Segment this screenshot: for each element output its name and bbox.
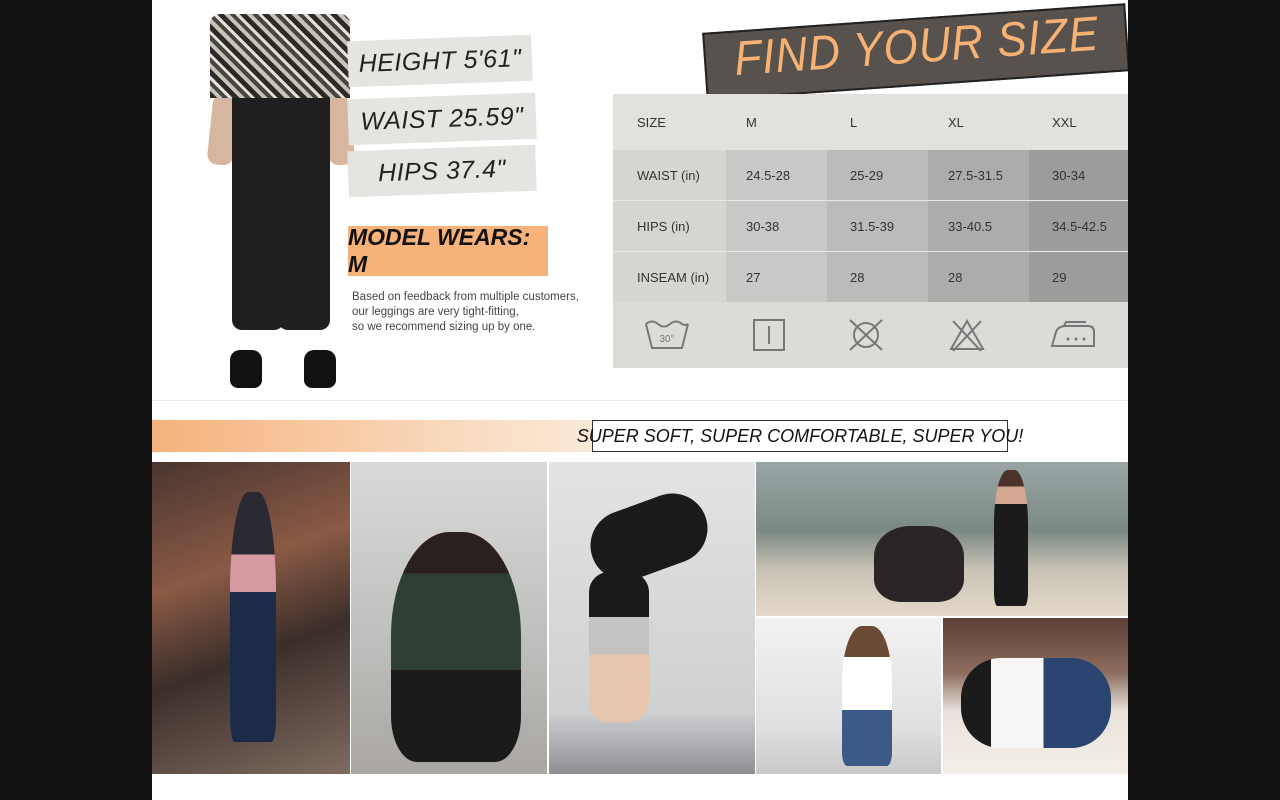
table-cell: 29 (1029, 252, 1128, 302)
row-label-inseam: INSEAM (in) (613, 252, 726, 302)
table-cell: 31.5-39 (827, 201, 928, 251)
size-header-row: SIZE M L XL XXL (613, 94, 1128, 150)
sizing-note-line: so we recommend sizing up by one. (352, 321, 536, 333)
model-wears-badge: MODEL WEARS: M (348, 224, 548, 277)
table-row: WAIST (in) 24.5-28 25-29 27.5-31.5 30-34 (613, 150, 1128, 200)
table-cell: 30-34 (1029, 150, 1128, 200)
iron-icon (1050, 321, 1095, 347)
product-infographic: HEIGHT 5'61" WAIST 25.59" HIPS 37.4" MOD… (152, 0, 1128, 800)
size-xl-header: XL (948, 114, 964, 130)
model-shoe-left (230, 350, 262, 388)
table-row: INSEAM (in) 27 28 28 29 (613, 251, 1128, 302)
row-label-hips: HIPS (in) (613, 201, 726, 251)
model-shirt (210, 14, 350, 98)
sizing-note-line: our leggings are very tight-fitting, (352, 306, 519, 318)
sizing-note: Based on feedback from multiple customer… (352, 290, 602, 335)
lifestyle-photo-yoga (549, 462, 755, 774)
table-cell: 25-29 (827, 150, 928, 200)
lifestyle-photo-station (152, 462, 350, 774)
sizing-note-line: Based on feedback from multiple customer… (352, 291, 579, 303)
hips-tag: HIPS 37.4" (347, 144, 537, 198)
lifestyle-photo-reading (943, 618, 1128, 774)
lifestyle-photo-phone (756, 618, 941, 774)
waist-tag: WAIST 25.59" (347, 92, 537, 146)
size-chart-table: SIZE M L XL XXL WAIST (in) 24.5-28 25-29… (613, 94, 1128, 368)
tumble-dry-icon (752, 319, 785, 351)
table-cell: 27 (726, 252, 827, 302)
lifestyle-photo-beach (756, 462, 1128, 616)
slogan-box: SUPER SOFT, SUPER COMFORTABLE, SUPER YOU… (577, 420, 1023, 452)
height-tag: HEIGHT 5'61" (347, 34, 533, 88)
size-xxl-header: XXL (1052, 114, 1077, 130)
table-cell: 28 (827, 252, 928, 302)
size-m-header: M (746, 114, 757, 130)
table-cell: 24.5-28 (726, 150, 827, 200)
wash-temp-label: 30° (660, 334, 675, 345)
table-row: HIPS (in) 30-38 31.5-39 33-40.5 34.5-42.… (613, 200, 1128, 251)
table-cell: 34.5-42.5 (1029, 201, 1128, 251)
size-header-label: SIZE (637, 114, 666, 130)
table-cell: 33-40.5 (928, 201, 1029, 251)
lifestyle-photo-laptop (351, 462, 547, 774)
do-not-bleach-icon (949, 318, 985, 352)
wash-30-icon: 30° (645, 320, 690, 349)
model-shoe-right (304, 350, 336, 388)
do-not-dry-clean-icon (849, 319, 884, 351)
row-label-waist: WAIST (in) (613, 150, 726, 200)
table-cell: 28 (928, 252, 1029, 302)
care-instructions-row: 30° (613, 302, 1128, 368)
table-cell: 27.5-31.5 (928, 150, 1029, 200)
size-l-header: L (850, 114, 858, 130)
table-cell: 30-38 (726, 201, 827, 251)
section-divider (152, 400, 1128, 401)
